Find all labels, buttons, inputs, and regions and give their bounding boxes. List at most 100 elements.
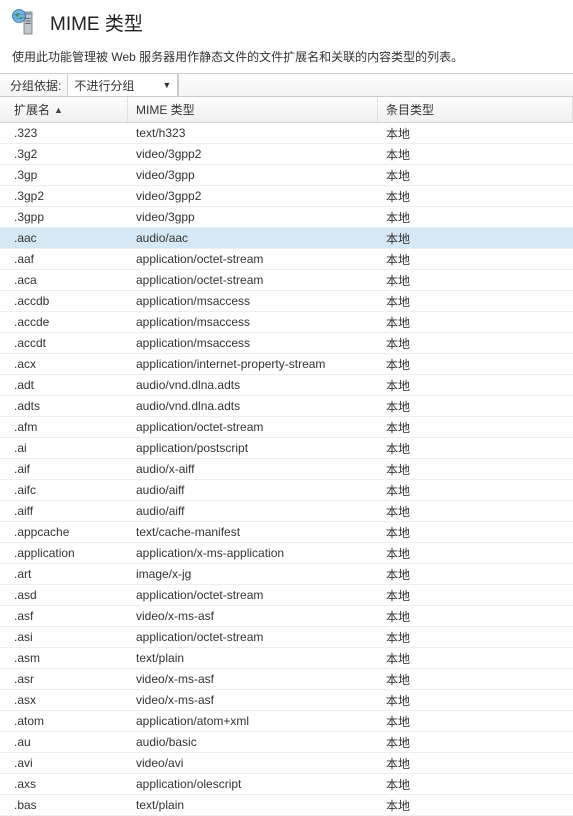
table-row[interactable]: .acaapplication/octet-stream本地	[0, 270, 573, 291]
page-description: 使用此功能管理被 Web 服务器用作静态文件的文件扩展名和关联的内容类型的列表。	[0, 42, 573, 73]
cell-extension: .avi	[0, 756, 128, 770]
page-title: MIME 类型	[50, 9, 143, 36]
table-row[interactable]: .asmtext/plain本地	[0, 648, 573, 669]
cell-mime: video/x-ms-asf	[128, 672, 378, 686]
cell-extension: .acx	[0, 357, 128, 371]
cell-entry: 本地	[378, 146, 573, 163]
table-row[interactable]: .auaudio/basic本地	[0, 732, 573, 753]
cell-extension: .bas	[0, 798, 128, 812]
table-row[interactable]: .bastext/plain本地	[0, 795, 573, 816]
cell-extension: .au	[0, 735, 128, 749]
table-row[interactable]: .asdapplication/octet-stream本地	[0, 585, 573, 606]
table-row[interactable]: .accdtapplication/msaccess本地	[0, 333, 573, 354]
cell-entry: 本地	[378, 188, 573, 205]
table-row[interactable]: .3gppvideo/3gpp本地	[0, 207, 573, 228]
cell-extension: .adts	[0, 399, 128, 413]
cell-entry: 本地	[378, 776, 573, 793]
cell-extension: .atom	[0, 714, 128, 728]
cell-mime: audio/aiff	[128, 504, 378, 518]
cell-extension: .appcache	[0, 525, 128, 539]
column-header-entry[interactable]: 条目类型	[378, 97, 573, 122]
cell-mime: audio/basic	[128, 735, 378, 749]
table-row[interactable]: .accdeapplication/msaccess本地	[0, 312, 573, 333]
cell-entry: 本地	[378, 314, 573, 331]
cell-mime: application/octet-stream	[128, 630, 378, 644]
cell-extension: .3gp2	[0, 189, 128, 203]
cell-entry: 本地	[378, 482, 573, 499]
cell-extension: .accde	[0, 315, 128, 329]
table-row[interactable]: .adtsaudio/vnd.dlna.adts本地	[0, 396, 573, 417]
cell-entry: 本地	[378, 545, 573, 562]
cell-extension: .art	[0, 567, 128, 581]
cell-mime: text/h323	[128, 126, 378, 140]
cell-mime: application/msaccess	[128, 336, 378, 350]
cell-extension: .adt	[0, 378, 128, 392]
cell-mime: text/plain	[128, 798, 378, 812]
dropdown-value: 不进行分组	[74, 77, 134, 94]
cell-entry: 本地	[378, 272, 573, 289]
table-row[interactable]: .3gp2video/3gpp2本地	[0, 186, 573, 207]
table-row[interactable]: .asiapplication/octet-stream本地	[0, 627, 573, 648]
cell-extension: .accdt	[0, 336, 128, 350]
table-row[interactable]: .appcachetext/cache-manifest本地	[0, 522, 573, 543]
cell-entry: 本地	[378, 167, 573, 184]
cell-extension: .axs	[0, 777, 128, 791]
mime-table: 扩展名 ▲ MIME 类型 条目类型 .323text/h323本地.3g2vi…	[0, 97, 573, 816]
table-row[interactable]: .323text/h323本地	[0, 123, 573, 144]
table-row[interactable]: .asrvideo/x-ms-asf本地	[0, 669, 573, 690]
table-row[interactable]: .applicationapplication/x-ms-application…	[0, 543, 573, 564]
table-row[interactable]: .afmapplication/octet-stream本地	[0, 417, 573, 438]
cell-mime: video/x-ms-asf	[128, 693, 378, 707]
page-header: MIME 类型	[0, 0, 573, 42]
table-row[interactable]: .axsapplication/olescript本地	[0, 774, 573, 795]
table-row[interactable]: .3g2video/3gpp2本地	[0, 144, 573, 165]
table-row[interactable]: .atomapplication/atom+xml本地	[0, 711, 573, 732]
table-row[interactable]: .artimage/x-jg本地	[0, 564, 573, 585]
cell-entry: 本地	[378, 671, 573, 688]
table-row[interactable]: .aifaudio/x-aiff本地	[0, 459, 573, 480]
cell-mime: text/cache-manifest	[128, 525, 378, 539]
cell-mime: application/octet-stream	[128, 273, 378, 287]
cell-entry: 本地	[378, 566, 573, 583]
group-by-dropdown[interactable]: 不进行分组 ▼	[68, 74, 178, 96]
cell-entry: 本地	[378, 230, 573, 247]
cell-entry: 本地	[378, 125, 573, 142]
table-row[interactable]: .aafapplication/octet-stream本地	[0, 249, 573, 270]
table-row[interactable]: .asxvideo/x-ms-asf本地	[0, 690, 573, 711]
cell-extension: .asi	[0, 630, 128, 644]
cell-mime: audio/vnd.dlna.adts	[128, 399, 378, 413]
chevron-down-icon: ▼	[162, 80, 171, 90]
cell-extension: .3gp	[0, 168, 128, 182]
table-row[interactable]: .acxapplication/internet-property-stream…	[0, 354, 573, 375]
table-row[interactable]: .adtaudio/vnd.dlna.adts本地	[0, 375, 573, 396]
table-row[interactable]: .aiffaudio/aiff本地	[0, 501, 573, 522]
cell-entry: 本地	[378, 377, 573, 394]
column-header-extension[interactable]: 扩展名 ▲	[0, 97, 128, 122]
cell-extension: .323	[0, 126, 128, 140]
cell-mime: video/3gpp2	[128, 189, 378, 203]
cell-mime: application/olescript	[128, 777, 378, 791]
cell-extension: .asr	[0, 672, 128, 686]
cell-entry: 本地	[378, 587, 573, 604]
cell-mime: application/octet-stream	[128, 588, 378, 602]
cell-mime: audio/x-aiff	[128, 462, 378, 476]
cell-mime: application/octet-stream	[128, 252, 378, 266]
table-row[interactable]: .accdbapplication/msaccess本地	[0, 291, 573, 312]
cell-extension: .asx	[0, 693, 128, 707]
table-row[interactable]: .asfvideo/x-ms-asf本地	[0, 606, 573, 627]
table-row[interactable]: .avivideo/avi本地	[0, 753, 573, 774]
cell-entry: 本地	[378, 629, 573, 646]
toolbar: 分组依据: 不进行分组 ▼	[0, 73, 573, 97]
cell-mime: video/3gpp	[128, 168, 378, 182]
table-row[interactable]: .3gpvideo/3gpp本地	[0, 165, 573, 186]
cell-entry: 本地	[378, 503, 573, 520]
column-header-mime[interactable]: MIME 类型	[128, 97, 378, 122]
table-row[interactable]: .aiapplication/postscript本地	[0, 438, 573, 459]
table-row[interactable]: .aacaudio/aac本地	[0, 228, 573, 249]
cell-extension: .afm	[0, 420, 128, 434]
cell-entry: 本地	[378, 356, 573, 373]
table-body: .323text/h323本地.3g2video/3gpp2本地.3gpvide…	[0, 123, 573, 816]
cell-entry: 本地	[378, 692, 573, 709]
cell-entry: 本地	[378, 293, 573, 310]
table-row[interactable]: .aifcaudio/aiff本地	[0, 480, 573, 501]
